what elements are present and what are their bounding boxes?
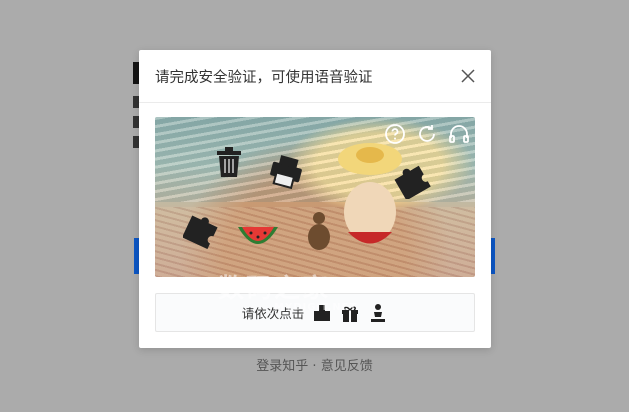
hint-text: 请依次点击: [241, 306, 305, 321]
captcha-tools: [383, 122, 471, 146]
refresh-icon[interactable]: [415, 122, 439, 146]
captcha-hint-bar: 请依次点击: [155, 293, 475, 332]
captcha-image[interactable]: [155, 117, 475, 277]
watermelon-icon: [238, 227, 278, 244]
close-icon[interactable]: [461, 69, 475, 83]
person-icon: [371, 303, 386, 322]
trash-icon: [217, 147, 241, 177]
separator: ·: [312, 359, 317, 374]
captcha-modal: 请完成安全验证，可使用语音验证 请依次点击: [139, 50, 491, 348]
help-icon[interactable]: [383, 122, 407, 146]
feedback-link[interactable]: 意见反馈: [321, 359, 373, 374]
turtle-icon: [308, 212, 330, 250]
bottle-icon: [314, 304, 331, 321]
headphones-icon[interactable]: [447, 122, 471, 146]
puzzle-icon: [183, 215, 218, 249]
login-link[interactable]: 登录知乎: [256, 359, 308, 374]
hat-figure: [338, 143, 402, 244]
gift-icon: [342, 306, 359, 322]
modal-header: 请完成安全验证，可使用语音验证: [139, 50, 491, 103]
modal-title: 请完成安全验证，可使用语音验证: [155, 70, 373, 86]
footer-links: 登录知乎 · 意见反馈: [0, 355, 629, 374]
